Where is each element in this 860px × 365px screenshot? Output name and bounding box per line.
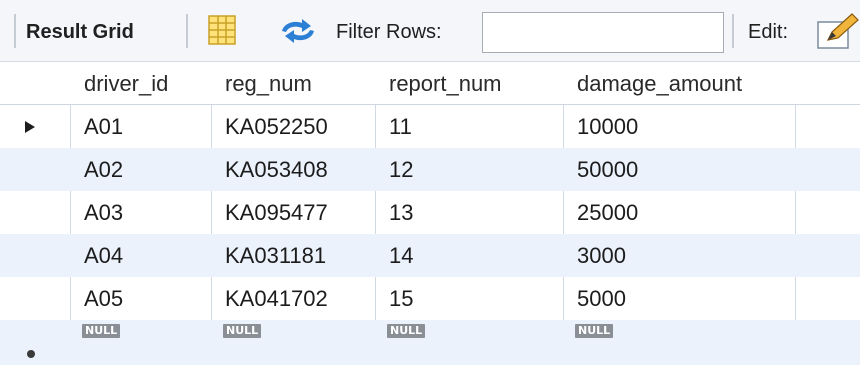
column-header-driver-id[interactable]: driver_id xyxy=(70,62,211,105)
null-badge: NULL xyxy=(223,324,262,338)
cell-damage-amount[interactable]: 5000 xyxy=(563,277,795,320)
null-badge: NULL xyxy=(82,324,121,338)
toolbar-separator xyxy=(186,14,188,48)
table-row[interactable]: A03 KA095477 13 25000 xyxy=(0,191,860,234)
cell-driver-id[interactable]: A03 xyxy=(70,191,211,234)
cell-reg-num[interactable]: KA053408 xyxy=(211,148,375,191)
column-header-reg-num[interactable]: reg_num xyxy=(211,62,375,105)
column-header-damage-amount[interactable]: damage_amount xyxy=(563,62,795,105)
column-header-report-num[interactable]: report_num xyxy=(375,62,563,105)
toolbar-separator xyxy=(14,14,16,48)
result-toolbar: Result Grid Filter Rows: Edit: xyxy=(0,0,860,62)
cell-damage-amount[interactable]: 25000 xyxy=(563,191,795,234)
cell-report-num[interactable]: 13 xyxy=(375,191,563,234)
cell-reg-num[interactable]: KA095477 xyxy=(211,191,375,234)
null-badge: NULL xyxy=(387,324,426,338)
cell-report-num[interactable]: 12 xyxy=(375,148,563,191)
toolbar-separator xyxy=(732,14,734,48)
cell-driver-id[interactable]: A05 xyxy=(70,277,211,320)
cell-report-num[interactable]: 14 xyxy=(375,234,563,277)
grid-header-row: driver_id reg_num report_num damage_amou… xyxy=(0,62,860,105)
filter-rows-input[interactable] xyxy=(482,12,724,53)
cell-report-num[interactable]: 11 xyxy=(375,105,563,148)
cell-driver-id-null[interactable]: NULL xyxy=(70,320,211,363)
result-grid-tab[interactable]: Result Grid xyxy=(26,21,134,43)
result-grid-panel: Result Grid Filter Rows: Edit: driver_id… xyxy=(0,0,860,365)
table-row[interactable]: A02 KA053408 12 50000 xyxy=(0,148,860,191)
null-badge: NULL xyxy=(575,324,614,338)
edit-label: Edit: xyxy=(748,21,789,43)
form-grid-icon[interactable] xyxy=(208,15,236,50)
cell-reg-num-null[interactable]: NULL xyxy=(211,320,375,363)
pencil-icon[interactable] xyxy=(816,12,860,55)
cell-driver-id[interactable]: A02 xyxy=(70,148,211,191)
table-row[interactable]: A04 KA031181 14 3000 xyxy=(0,234,860,277)
new-row[interactable]: NULL NULL NULL NULL xyxy=(0,320,860,365)
cell-report-num-null[interactable]: NULL xyxy=(375,320,563,363)
table-row[interactable]: A01 KA052250 11 10000 xyxy=(0,105,860,148)
cell-damage-amount[interactable]: 10000 xyxy=(563,105,795,148)
cell-reg-num[interactable]: KA031181 xyxy=(211,234,375,277)
cell-damage-amount[interactable]: 3000 xyxy=(563,234,795,277)
cell-reg-num[interactable]: KA041702 xyxy=(211,277,375,320)
cell-report-num[interactable]: 15 xyxy=(375,277,563,320)
cell-driver-id[interactable]: A04 xyxy=(70,234,211,277)
cell-driver-id[interactable]: A01 xyxy=(70,105,211,148)
refresh-arrows-icon[interactable] xyxy=(278,17,318,50)
cell-reg-num[interactable]: KA052250 xyxy=(211,105,375,148)
filter-rows-label: Filter Rows: xyxy=(336,21,442,43)
table-row[interactable]: A05 KA041702 15 5000 xyxy=(0,277,860,320)
row-pointer-icon xyxy=(24,120,36,139)
new-row-star-icon xyxy=(26,346,36,364)
cell-damage-amount[interactable]: 50000 xyxy=(563,148,795,191)
cell-damage-amount-null[interactable]: NULL xyxy=(563,320,795,363)
